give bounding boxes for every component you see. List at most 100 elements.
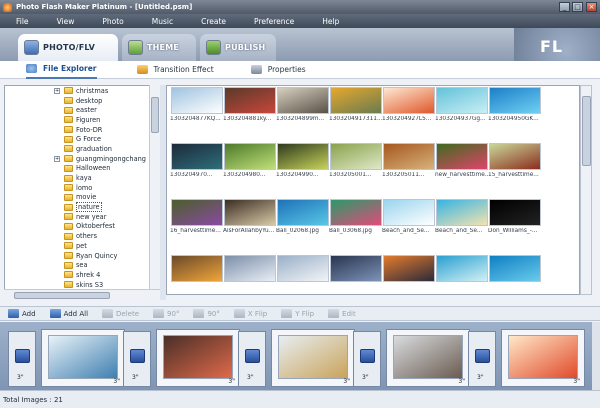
folder-tree[interactable]: + christmas desktop easter Figuren Foto-DR G F… xyxy=(4,85,160,300)
thumbnail-image[interactable] xyxy=(436,255,488,282)
timeline-photo[interactable]: 3" xyxy=(41,329,125,387)
transition-slot[interactable]: 3" xyxy=(238,331,266,387)
thumbnail-item[interactable]: 1303204917311... xyxy=(329,86,383,122)
thumbnail-image[interactable] xyxy=(224,143,276,170)
menu-photo[interactable]: Photo xyxy=(102,17,123,26)
delete-button[interactable]: Delete xyxy=(102,309,139,318)
tree-horizontal-scrollbar[interactable] xyxy=(4,289,160,300)
tree-scroll-thumb[interactable] xyxy=(151,97,159,133)
thumbnail-image[interactable] xyxy=(330,255,382,282)
thumbnail-image[interactable] xyxy=(436,87,488,114)
thumbnail-image[interactable] xyxy=(436,199,488,226)
rotate-right-button[interactable]: 90° xyxy=(193,309,220,318)
thumbnail-item[interactable]: 1303204881ky... xyxy=(223,86,277,122)
menu-preference[interactable]: Preference xyxy=(254,17,294,26)
timeline-photo[interactable]: 3" xyxy=(501,329,585,387)
menu-create[interactable]: Create xyxy=(201,17,226,26)
thumbnail-image[interactable] xyxy=(436,143,488,170)
thumbnail-item[interactable]: Bali_02068.jpg xyxy=(276,198,330,234)
thumbnail-item[interactable]: 16_harvesttime... xyxy=(170,198,224,234)
thumbnail-image[interactable] xyxy=(277,199,329,226)
storyboard-timeline[interactable]: 3" 3" 3" 3" 3" 3" 3" 3" 3" 3" xyxy=(0,322,600,390)
folder-item[interactable]: movie xyxy=(5,193,159,203)
thumbnail-image[interactable] xyxy=(277,143,329,170)
folder-item[interactable]: easter xyxy=(5,105,159,115)
thumbnail-item[interactable]: 1303205011... xyxy=(382,142,436,178)
thumbnail-image[interactable] xyxy=(489,87,541,114)
folder-item[interactable]: others xyxy=(5,231,159,241)
expand-icon[interactable]: + xyxy=(54,87,60,94)
timeline-scrollbar[interactable] xyxy=(592,322,600,390)
edit-button[interactable]: Edit xyxy=(328,309,356,318)
transition-slot[interactable]: 3" xyxy=(468,331,496,387)
thumbnail-image[interactable] xyxy=(171,255,223,282)
thumbnail-image[interactable] xyxy=(383,199,435,226)
thumbnail-item[interactable]: 1303204970... xyxy=(170,142,224,178)
thumbnail-image[interactable] xyxy=(171,87,223,114)
folder-item[interactable]: sea xyxy=(5,260,159,270)
thumbnail-item[interactable]: Don_Williams_-... xyxy=(488,198,542,234)
folder-item[interactable]: desktop xyxy=(5,96,159,106)
thumbnail-item[interactable]: Bali_03068.jpg xyxy=(329,198,383,234)
thumbnail-image[interactable] xyxy=(383,143,435,170)
folder-item[interactable]: new year xyxy=(5,212,159,222)
subtab-transition-effect[interactable]: Transition Effect xyxy=(136,61,214,79)
folder-item[interactable]: G Force xyxy=(5,134,159,144)
folder-item[interactable]: shrek 4 xyxy=(5,270,159,280)
folder-item[interactable]: + guangmingongchang xyxy=(5,154,159,164)
close-button[interactable]: × xyxy=(586,2,597,12)
thumbnail-item[interactable]: 1303204950GK... xyxy=(488,86,542,122)
thumbnail-image[interactable] xyxy=(383,255,435,282)
tree-vertical-scrollbar[interactable] xyxy=(149,85,160,300)
menu-help[interactable]: Help xyxy=(322,17,339,26)
folder-item[interactable]: kaya xyxy=(5,173,159,183)
thumbnail-image[interactable] xyxy=(489,143,541,170)
tab-photo-flv[interactable]: Photo/FLV xyxy=(18,34,118,61)
thumbnail-item[interactable]: new_harvesttime... xyxy=(435,142,489,178)
timeline-photo[interactable]: 3" xyxy=(386,329,470,387)
maximize-button[interactable]: □ xyxy=(572,2,583,12)
folder-item[interactable]: nature xyxy=(5,202,159,213)
thumbnail-item[interactable] xyxy=(170,254,224,284)
thumbnail-image[interactable] xyxy=(224,199,276,226)
menu-file[interactable]: File xyxy=(16,17,29,26)
thumbnail-image[interactable] xyxy=(330,143,382,170)
y-flip-button[interactable]: Y Flip xyxy=(281,309,314,318)
folder-item[interactable]: Figuren xyxy=(5,115,159,125)
thumbnail-item[interactable] xyxy=(435,254,489,284)
grid-scroll-thumb[interactable] xyxy=(582,96,591,166)
thumbnail-image[interactable] xyxy=(330,199,382,226)
folder-item[interactable]: Ryan Quincy xyxy=(5,251,159,261)
transition-slot[interactable]: 3" xyxy=(8,331,36,387)
thumbnail-item[interactable]: 1303204899m... xyxy=(276,86,330,122)
thumbnail-image[interactable] xyxy=(489,199,541,226)
thumbnail-grid[interactable]: 1303204877KQ... 1303204881ky... 1303204899… xyxy=(166,85,580,295)
folder-item[interactable]: skins S3 xyxy=(5,280,159,290)
thumbnail-item[interactable] xyxy=(276,254,330,284)
thumbnail-image[interactable] xyxy=(383,87,435,114)
folder-item[interactable]: lomo xyxy=(5,183,159,193)
thumbnail-item[interactable] xyxy=(382,254,436,284)
thumbnail-item[interactable] xyxy=(488,254,542,284)
thumbnail-item[interactable]: 15_harvesttime... xyxy=(488,142,542,178)
timeline-photo[interactable]: 3" xyxy=(156,329,240,387)
folder-item[interactable]: Halloween xyxy=(5,164,159,174)
thumbnail-item[interactable]: 1303204990... xyxy=(276,142,330,178)
x-flip-button[interactable]: X Flip xyxy=(233,309,267,318)
tab-theme[interactable]: Theme xyxy=(122,34,196,61)
transition-slot[interactable]: 3" xyxy=(353,331,381,387)
add-button[interactable]: Add xyxy=(8,309,36,318)
thumbnail-image[interactable] xyxy=(277,87,329,114)
thumbnail-item[interactable]: AisForAllahbyYu... xyxy=(223,198,277,234)
folder-item[interactable]: + christmas xyxy=(5,86,159,96)
tab-publish[interactable]: Publish xyxy=(200,34,276,61)
thumbnail-image[interactable] xyxy=(330,87,382,114)
thumbnail-item[interactable]: Beach_and_Se... xyxy=(382,198,436,234)
expand-icon[interactable]: + xyxy=(54,155,60,162)
thumbnail-image[interactable] xyxy=(224,87,276,114)
thumbnail-item[interactable]: 1303204937Gg... xyxy=(435,86,489,122)
subtab-properties[interactable]: Properties xyxy=(250,61,306,79)
thumbnail-item[interactable] xyxy=(223,254,277,284)
subtab-file-explorer[interactable]: File Explorer xyxy=(26,61,97,79)
thumbnail-image[interactable] xyxy=(171,143,223,170)
